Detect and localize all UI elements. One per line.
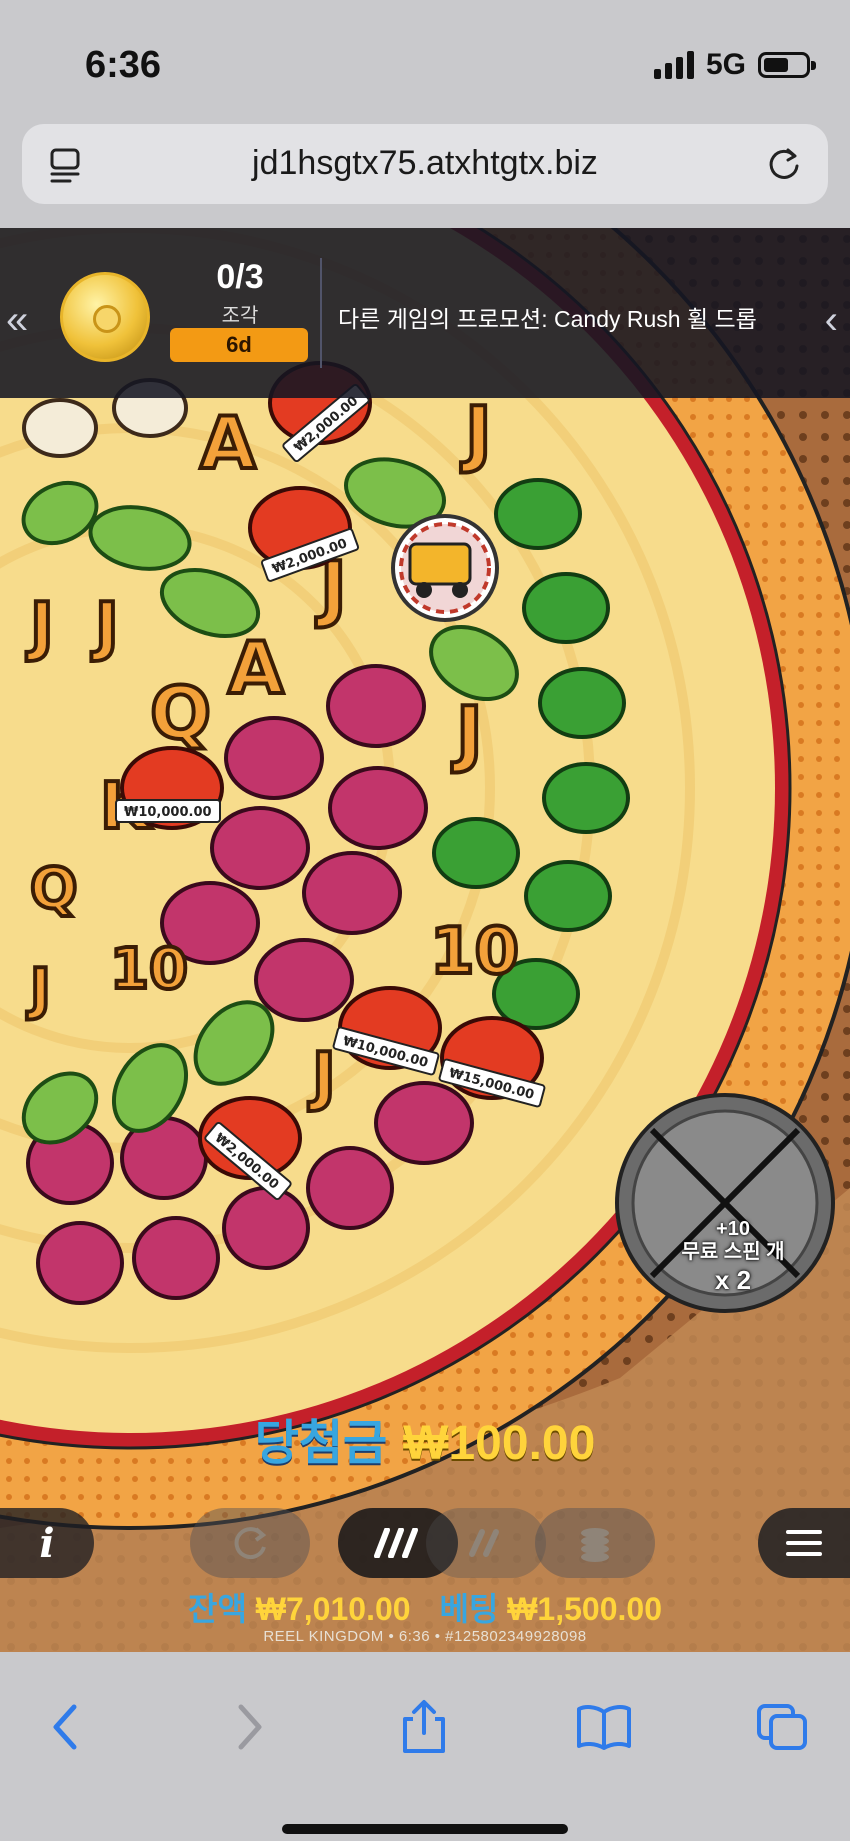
- promo-prev-icon[interactable]: «: [6, 298, 28, 343]
- tabs-button[interactable]: [742, 1692, 822, 1762]
- autoplay-icon: [234, 1527, 267, 1560]
- feature-text: +10 무료 스핀 개 x 2: [678, 1218, 788, 1296]
- bet-settings-button[interactable]: [535, 1508, 655, 1578]
- promo-timer-badge: 6d: [170, 328, 308, 362]
- svg-text:J: J: [26, 590, 54, 664]
- win-display: 당첨금 ₩100.00: [0, 1403, 850, 1473]
- tabs-icon: [757, 1704, 807, 1750]
- quick-spin-button[interactable]: [426, 1508, 546, 1578]
- signal-icon: [653, 51, 694, 79]
- hamburger-icon: [786, 1530, 822, 1556]
- feature-label: 무료 스핀 개: [681, 1241, 785, 1263]
- promo-text[interactable]: 다른 게임의 프로모션: Candy Rush 휠 드롭: [338, 300, 757, 334]
- coin-icon: [60, 272, 150, 362]
- svg-text:A: A: [200, 401, 256, 485]
- address-bar[interactable]: jd1hsgtx75.atxhtgtx.biz: [22, 124, 828, 204]
- svg-text:J: J: [451, 691, 483, 775]
- home-indicator: [282, 1824, 568, 1834]
- share-icon: [403, 1700, 445, 1753]
- bookmarks-button[interactable]: [564, 1692, 644, 1762]
- browser-toolbar: [0, 1652, 850, 1841]
- turbo-icon: [374, 1528, 418, 1558]
- svg-text:Q: Q: [30, 857, 78, 922]
- feature-plus: +10: [716, 1218, 750, 1240]
- svg-text:J: J: [308, 1040, 336, 1114]
- svg-text:J: J: [26, 957, 51, 1022]
- promo-next-icon[interactable]: ‹: [825, 298, 838, 343]
- game-canvas[interactable]: A J J A Q J J J K 10 10 Q J J: [0, 228, 850, 1652]
- status-indicators: 5G: [653, 48, 816, 82]
- promo-divider: [320, 258, 322, 368]
- autoplay-button[interactable]: [190, 1508, 310, 1578]
- balance-bet-line: 잔액 ₩7,010.00 베팅 ₩1,500.00: [0, 1584, 850, 1630]
- back-button[interactable]: [25, 1692, 105, 1762]
- game-footer: REEL KINGDOM • 6:36 • #125802349928098: [263, 1628, 587, 1645]
- feature-multiplier: x 2: [714, 1265, 752, 1295]
- truck-bonus-symbol: [391, 514, 499, 622]
- pieces-label: 조각: [221, 305, 259, 327]
- share-button[interactable]: [384, 1692, 464, 1762]
- battery-icon: [758, 52, 816, 78]
- network-type: 5G: [705, 48, 746, 81]
- chevron-left-icon: [53, 1704, 77, 1750]
- menu-button[interactable]: [758, 1508, 850, 1578]
- coins-icon: [581, 1528, 609, 1562]
- bet-label: 베팅: [439, 1591, 499, 1627]
- quick-spin-icon: [469, 1529, 499, 1557]
- promo-banner[interactable]: « 0/3 조각 6d 다른 게임의 프로모션: Candy Rush 휠 드롭…: [0, 228, 850, 398]
- pieces-count: 0/3: [216, 258, 264, 296]
- win-amount: ₩100.00: [403, 1417, 596, 1470]
- pieces-counter: 0/3 조각: [170, 258, 310, 328]
- info-button[interactable]: i: [0, 1508, 94, 1578]
- forward-button[interactable]: [210, 1692, 290, 1762]
- svg-text:J: J: [460, 391, 492, 475]
- book-icon: [577, 1705, 631, 1750]
- svg-text:10: 10: [110, 937, 188, 1002]
- svg-text:J: J: [91, 590, 119, 664]
- svg-text:A: A: [228, 626, 284, 710]
- bet-value: ₩1,500.00: [507, 1591, 662, 1627]
- balance-label: 잔액: [188, 1591, 247, 1627]
- reload-icon[interactable]: [764, 144, 804, 184]
- win-label: 당첨금: [254, 1417, 388, 1470]
- svg-text:Q: Q: [150, 671, 211, 755]
- balance-value: ₩7,010.00: [255, 1591, 411, 1627]
- chevron-right-icon: [238, 1704, 262, 1750]
- status-bar: 6:36 5G: [0, 0, 850, 120]
- url-text[interactable]: jd1hsgtx75.atxhtgtx.biz: [22, 144, 828, 183]
- status-time: 6:36: [85, 44, 162, 86]
- svg-text:10: 10: [430, 915, 519, 989]
- money-label-3: ₩10,000.00: [124, 805, 212, 820]
